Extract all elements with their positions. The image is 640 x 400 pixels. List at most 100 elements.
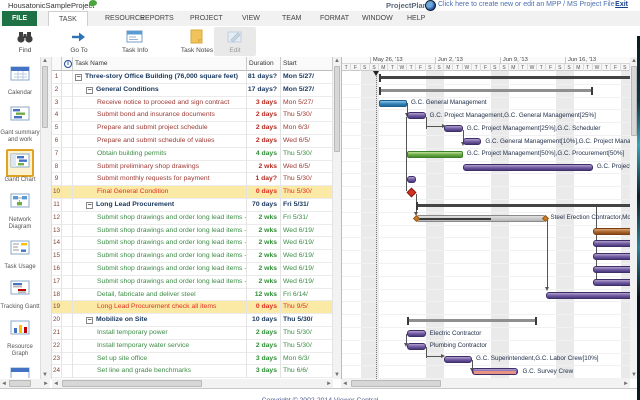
gantt-bar[interactable] — [592, 266, 631, 273]
summary-bar[interactable] — [379, 88, 593, 92]
row-number[interactable]: 1 — [52, 71, 62, 84]
duration-cell[interactable]: 2 days — [247, 122, 281, 135]
gantt-bar[interactable] — [592, 227, 631, 235]
scrollbar-thumb[interactable] — [334, 66, 340, 152]
task-name-cell[interactable]: Submit preliminary shop drawings — [73, 160, 247, 174]
menu-tab-task[interactable]: TASK — [48, 11, 88, 26]
indicator-cell[interactable] — [62, 250, 73, 263]
task-name-cell[interactable]: Submit shop drawings and order long lead… — [73, 275, 247, 289]
menu-tab-window[interactable]: WINDOW — [352, 11, 403, 26]
scrollbar-thumb[interactable] — [62, 380, 202, 387]
view-item-sheet-partial[interactable] — [0, 363, 40, 378]
row-number[interactable]: 7 — [52, 147, 62, 161]
table-row[interactable]: 17 Submit shop drawings and order long le… — [52, 275, 333, 289]
indicator-cell[interactable] — [62, 288, 73, 302]
task-name-cell[interactable]: − General Conditions — [73, 83, 247, 97]
start-cell[interactable]: Fri 5/31/ — [281, 199, 333, 212]
menu-tab-help[interactable]: HELP — [397, 11, 435, 26]
table-row[interactable]: 4 Submit bond and insurance documents 2 da… — [52, 109, 333, 123]
table-row[interactable]: 14 Submit shop drawings and order long le… — [52, 237, 333, 251]
indicator-cell[interactable] — [62, 211, 73, 225]
indicator-cell[interactable] — [62, 173, 73, 187]
row-number[interactable]: 15 — [52, 250, 62, 263]
table-row[interactable]: 15 Submit shop drawings and order long le… — [52, 250, 333, 263]
table-row[interactable]: 9 Submit monthly requests for payment 1 da… — [52, 173, 333, 187]
gantt-bar[interactable] — [462, 138, 482, 145]
table-row[interactable]: 12 Submit shop drawings and order long le… — [52, 211, 333, 225]
row-number[interactable]: 17 — [52, 275, 62, 289]
duration-cell[interactable]: 12 wks — [247, 288, 281, 302]
duration-cell[interactable]: 0 days — [247, 186, 281, 199]
duration-cell[interactable]: 70 days — [247, 199, 281, 212]
gantt-bar[interactable] — [472, 368, 519, 376]
row-number[interactable]: 14 — [52, 237, 62, 251]
row-number[interactable]: 10 — [52, 186, 62, 199]
view-item-gantt-chart[interactable]: Gantt Chart — [0, 149, 40, 184]
scrollbar-thumb[interactable] — [9, 380, 31, 387]
indicator-cell[interactable] — [62, 109, 73, 123]
view-item-gant-summary-and-work[interactable]: Gant summary and work — [0, 102, 40, 144]
gantt-bar[interactable] — [407, 150, 463, 158]
indicator-cell[interactable] — [62, 275, 73, 289]
menu-tab-project[interactable]: PROJECT — [180, 11, 233, 26]
duration-cell[interactable]: 2 wks — [247, 211, 281, 225]
start-cell[interactable]: Thu 5/30/ — [281, 109, 333, 123]
view-item-task-usage[interactable]: Task Usage — [0, 236, 40, 271]
duration-cell[interactable]: 10 days — [247, 314, 281, 327]
scroll-left-arrow[interactable]: ◄ — [341, 380, 349, 388]
task-name-cell[interactable]: Submit shop drawings and order long lead… — [73, 224, 247, 238]
start-cell[interactable]: Thu 5/30/ — [281, 314, 333, 327]
gantt-bar[interactable] — [592, 253, 631, 261]
start-cell[interactable]: Thu 5/30/ — [281, 327, 333, 340]
gantt-bar[interactable] — [592, 278, 631, 286]
row-number[interactable]: 2 — [52, 83, 62, 97]
collapse-toggle-icon[interactable]: − — [86, 317, 93, 325]
task-name-cell[interactable]: Submit bond and insurance documents — [73, 109, 247, 123]
start-cell[interactable]: Wed 6/19/ — [281, 275, 333, 289]
column-header-id[interactable] — [52, 57, 62, 71]
row-number[interactable]: 22 — [52, 339, 62, 353]
duration-cell[interactable]: 2 days — [247, 135, 281, 148]
task-name-cell[interactable]: Long Lead Procurement check all items — [73, 301, 247, 315]
start-cell[interactable]: Mon 6/3/ — [281, 122, 333, 135]
row-number[interactable]: 20 — [52, 314, 62, 327]
gantt-bar[interactable] — [444, 355, 473, 363]
indicator-cell[interactable] — [62, 83, 73, 97]
indicator-cell[interactable] — [62, 365, 73, 379]
duration-cell[interactable]: 2 wks — [247, 250, 281, 263]
menu-tab-view[interactable]: VIEW — [232, 11, 270, 26]
table-row[interactable]: 24 Set line and grade benchmarks 3 days Thu… — [52, 365, 333, 379]
task-name-cell[interactable]: − Mobilize on Site — [73, 314, 247, 327]
table-row[interactable]: 21 Install temporary power 2 days Thu 5/30/ — [52, 327, 333, 340]
scroll-down-arrow[interactable]: ▼ — [41, 371, 49, 379]
gantt-bar[interactable] — [444, 125, 463, 133]
task-name-cell[interactable]: Set up site office — [73, 352, 247, 366]
toolbar-go-to-button[interactable]: Go To — [58, 27, 100, 56]
scrollbar-thumb[interactable] — [351, 380, 441, 387]
scroll-down-arrow[interactable]: ▼ — [333, 371, 341, 379]
table-horizontal-scrollbar[interactable]: ◄ ► — [52, 379, 333, 388]
scroll-right-arrow[interactable]: ► — [325, 380, 333, 388]
menu-tab-file[interactable]: FILE — [2, 11, 38, 26]
duration-cell[interactable]: 3 days — [247, 96, 281, 110]
indicator-cell[interactable] — [62, 96, 73, 110]
indicator-cell[interactable] — [62, 339, 73, 353]
exit-link[interactable]: Exit — [615, 1, 628, 8]
scroll-left-arrow[interactable]: ◄ — [52, 380, 60, 388]
collapse-toggle-icon[interactable]: − — [86, 202, 93, 209]
scroll-right-arrow[interactable]: ► — [622, 380, 630, 388]
indicator-cell[interactable] — [62, 314, 73, 327]
project-summary-bar[interactable] — [379, 76, 631, 79]
start-cell[interactable]: Wed 6/19/ — [281, 263, 333, 276]
indicator-cell[interactable] — [62, 147, 73, 161]
task-name-cell[interactable]: Receive notice to proceed and sign contr… — [73, 96, 247, 110]
table-row[interactable]: 19 Long Lead Procurement check all items 0… — [52, 301, 333, 315]
task-name-cell[interactable]: Submit shop drawings and order long lead… — [73, 237, 247, 251]
table-row[interactable]: 18 Detail, fabricate and deliver steel 12 … — [52, 288, 333, 302]
task-name-cell[interactable]: − Three-story Office Building (76,000 squ… — [73, 71, 247, 84]
row-number[interactable]: 4 — [52, 109, 62, 123]
table-row[interactable]: 2 − General Conditions 17 days? Mon 5/27/ — [52, 83, 333, 97]
sidebar-vertical-scrollbar[interactable]: ▲ ▼ — [40, 57, 52, 379]
duration-cell[interactable]: 2 wks — [247, 263, 281, 276]
start-cell[interactable]: Fri 6/14/ — [281, 288, 333, 302]
